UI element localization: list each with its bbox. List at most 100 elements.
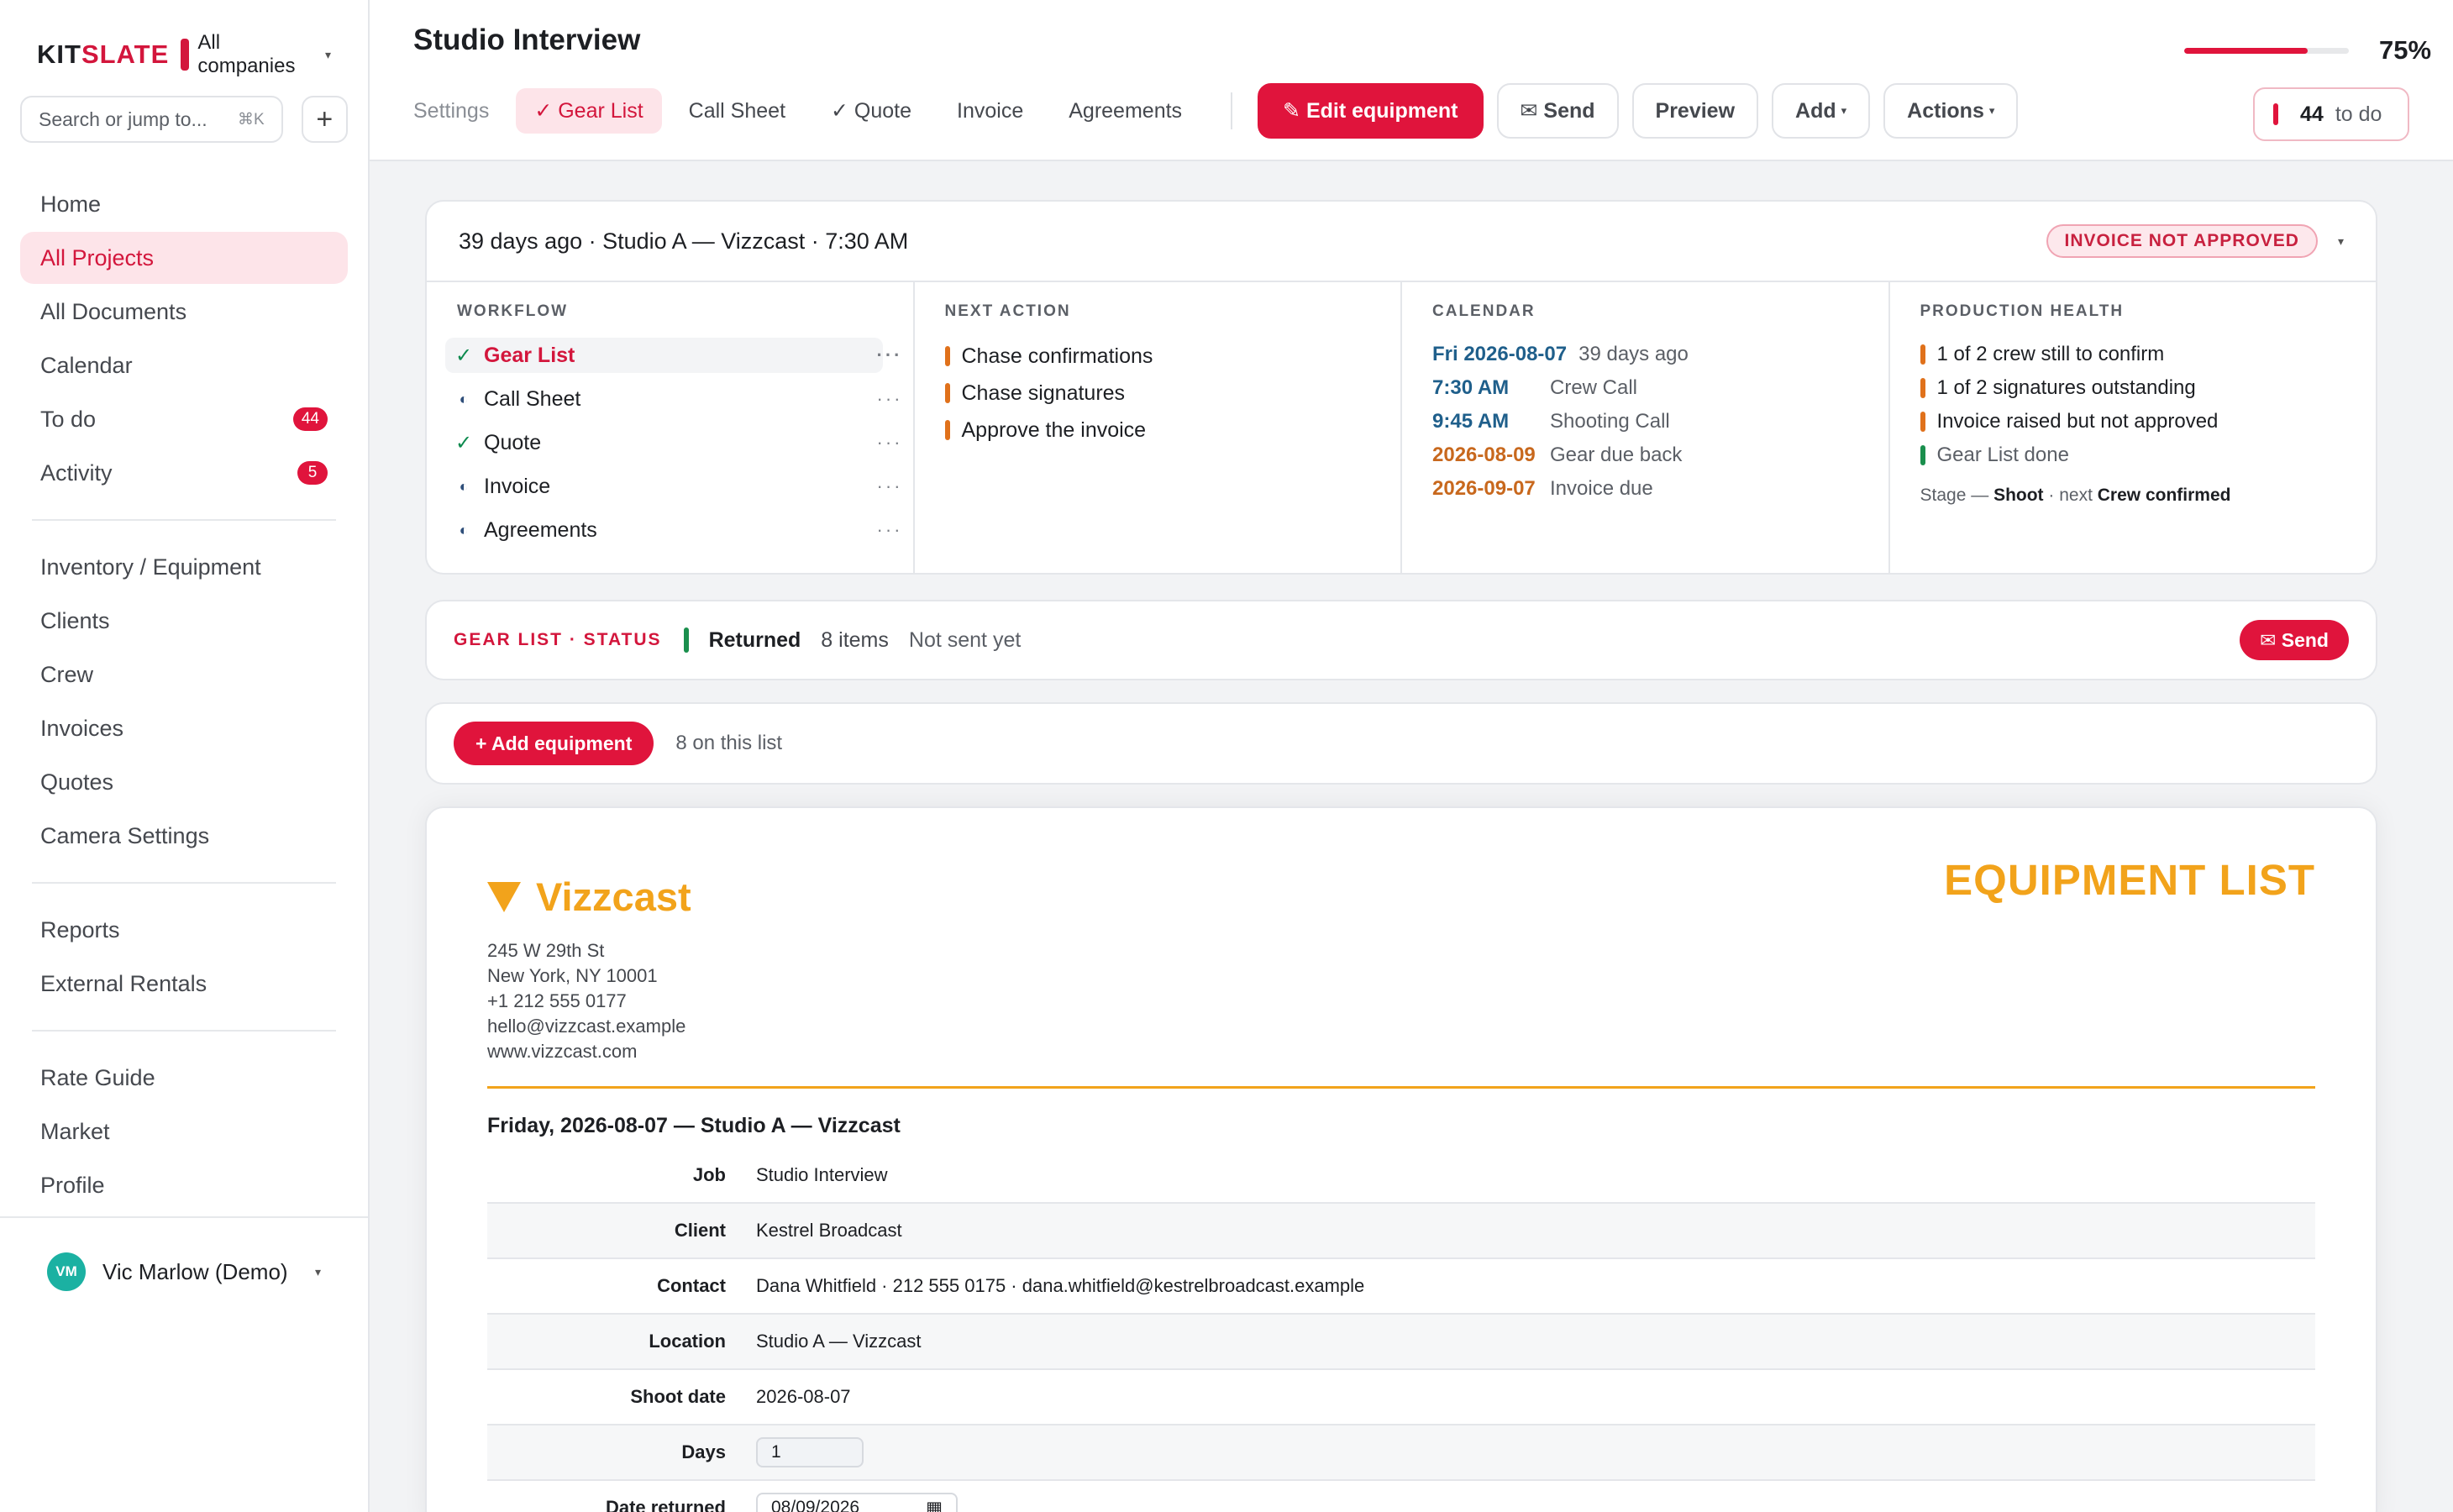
check-icon: ✓	[454, 344, 473, 367]
address-line: www.vizzcast.com	[487, 1041, 638, 1062]
sidebar-item-label: Market	[40, 1118, 110, 1144]
calendar-event: Shooting Call	[1550, 410, 1670, 433]
workflow-item-label: Gear List	[484, 343, 575, 367]
count-badge: 5	[297, 461, 328, 485]
progress-label: 75%	[2379, 35, 2432, 65]
sidebar-item-market[interactable]: Market	[20, 1105, 348, 1158]
health-item-label: Invoice raised but not approved	[1936, 410, 2219, 433]
chevron-down-icon[interactable]: ▾	[2338, 234, 2344, 249]
more-options-icon[interactable]: ···	[877, 388, 903, 410]
sidebar-item-label: Reports	[40, 916, 120, 942]
sidebar-item-all-projects[interactable]: All Projects	[20, 232, 348, 284]
tab-call-sheet[interactable]: Call Sheet	[670, 88, 804, 134]
tab-settings[interactable]: Settings	[413, 88, 507, 134]
date-returned-input[interactable]: 08/09/2026 ▦	[756, 1493, 958, 1512]
tab-quote[interactable]: ✓ Quote	[812, 88, 930, 134]
status-tick	[944, 383, 950, 403]
search-input[interactable]: Search or jump to... ⌘K	[20, 96, 283, 143]
workflow-item-quote[interactable]: ✓ Quote ···	[445, 425, 901, 460]
more-options-icon[interactable]: ···	[877, 344, 903, 366]
tab-gear-list[interactable]: ✓ Gear List	[516, 88, 662, 134]
more-options-icon[interactable]: ···	[877, 432, 903, 454]
nav-divider	[32, 519, 336, 521]
sidebar-item-reports[interactable]: Reports	[20, 904, 348, 956]
workflow-item-gear-list[interactable]: ✓ Gear List ···	[445, 338, 901, 373]
sidebar-item-inventory-equipment[interactable]: Inventory / Equipment	[20, 541, 348, 593]
page-title: Studio Interview	[413, 24, 641, 56]
next-action-label: Chase confirmations	[961, 344, 1153, 368]
sidebar-item-invoices[interactable]: Invoices	[20, 702, 348, 754]
sidebar-item-home[interactable]: Home	[20, 178, 348, 230]
doc-tabs: Settings ✓ Gear List Call Sheet ✓ Quote Invo…	[413, 83, 2031, 139]
calendar-date: 2026-09-07	[1432, 477, 1536, 500]
todo-label: to do	[2335, 102, 2382, 126]
health-item-label: 1 of 2 signatures outstanding	[1936, 376, 2196, 399]
sidebar-item-calendar[interactable]: Calendar	[20, 339, 348, 391]
workflow-heading: WORKFLOW	[457, 302, 569, 320]
sidebar-item-camera-settings[interactable]: Camera Settings	[20, 810, 348, 862]
edit-equipment-button[interactable]: ✎ Edit equipment	[1258, 83, 1484, 139]
field-value: 2026-08-07	[756, 1386, 851, 1407]
overview-header[interactable]: 39 days ago · Studio A — Vizzcast · 7:30…	[427, 202, 2376, 282]
calendar-row: 7:30 AM Crew Call	[1432, 371, 1858, 405]
overview-summary: 39 days ago · Studio A — Vizzcast · 7:30…	[459, 228, 909, 254]
days-input[interactable]: 1	[756, 1437, 864, 1467]
address-line: hello@vizzcast.example	[487, 1016, 686, 1037]
project-progress: 75%	[2184, 35, 2431, 66]
field-label: Job	[692, 1164, 726, 1185]
next-action-item[interactable]: Chase confirmations	[944, 338, 1371, 375]
calendar-event: Crew Call	[1550, 376, 1638, 399]
preview-button[interactable]: Preview	[1631, 83, 1759, 139]
company-switcher[interactable]: All companies	[197, 31, 313, 78]
sidebar-item-label: To do	[40, 406, 97, 432]
sidebar-item-profile[interactable]: Profile	[20, 1159, 348, 1211]
calendar-row: Fri 2026-08-07 39 days ago	[1432, 338, 1858, 371]
search-shortcut: ⌘K	[237, 110, 265, 129]
brand-row[interactable]: KITSLATE All companies ▾	[0, 0, 368, 77]
todo-count: 44	[2300, 102, 2324, 126]
calendar-date: Fri 2026-08-07	[1432, 343, 1568, 365]
workflow-item-agreements[interactable]: ◐ Agreements ···	[445, 512, 901, 548]
workflow-column: WORKFLOW ✓ Gear List ··· ◐ Call Sheet ··· ✓ Quo…	[427, 282, 915, 575]
tab-invoice[interactable]: Invoice	[938, 88, 1042, 134]
date-value: 08/09/2026	[771, 1498, 860, 1512]
sidebar-item-rate-guide[interactable]: Rate Guide	[20, 1052, 348, 1104]
workflow-item-call-sheet[interactable]: ◐ Call Sheet ···	[445, 381, 901, 417]
actions-dropdown-button[interactable]: Actions ▾	[1883, 83, 2019, 139]
more-options-icon[interactable]: ···	[877, 519, 903, 541]
next-action-item[interactable]: Chase signatures	[944, 375, 1371, 412]
address-line: New York, NY 10001	[487, 965, 658, 986]
workflow-item-invoice[interactable]: ◐ Invoice ···	[445, 469, 901, 504]
add-dropdown-button[interactable]: Add ▾	[1772, 83, 1871, 139]
sidebar-item-quotes[interactable]: Quotes	[20, 756, 348, 808]
sidebar-item-label: Home	[40, 191, 102, 217]
sidebar-item-activity[interactable]: Activity 5	[20, 447, 348, 499]
workflow-item-label: Invoice	[484, 474, 551, 498]
todo-button[interactable]: 44 to do	[2253, 87, 2409, 141]
sidebar-item-to-do[interactable]: To do 44	[20, 393, 348, 445]
tab-agreements[interactable]: Agreements	[1050, 88, 1200, 134]
new-item-button[interactable]: +	[301, 96, 348, 143]
next-action-item[interactable]: Approve the invoice	[944, 412, 1371, 449]
sidebar-item-external-rentals[interactable]: External Rentals	[20, 958, 348, 1010]
more-options-icon[interactable]: ···	[877, 475, 903, 497]
field-label: Date returned	[605, 1497, 726, 1512]
user-menu[interactable]: VM Vic Marlow (Demo) ▾	[0, 1216, 368, 1326]
sent-status: Not sent yet	[908, 627, 1022, 652]
send-button[interactable]: ✉ Send	[1496, 83, 1619, 139]
content: 39 days ago · Studio A — Vizzcast · 7:30…	[425, 200, 2377, 1512]
calendar-column: CALENDAR Fri 2026-08-07 39 days ago 7:30 A…	[1402, 282, 1890, 575]
sidebar-item-crew[interactable]: Crew	[20, 648, 348, 701]
plus-icon: +	[316, 102, 334, 135]
sidebar-item-clients[interactable]: Clients	[20, 595, 348, 647]
send-gear-list-button[interactable]: ✉ Send	[2240, 620, 2349, 660]
status-tick	[1920, 344, 1925, 365]
next-action-heading: NEXT ACTION	[944, 302, 1071, 320]
sidebar-item-all-documents[interactable]: All Documents	[20, 286, 348, 338]
add-equipment-button[interactable]: + Add equipment	[454, 722, 654, 765]
chevron-down-icon: ▾	[324, 47, 331, 61]
field-value: 1	[756, 1437, 864, 1467]
health-item: Gear List done	[1920, 438, 2346, 472]
sidebar-item-label: Camera Settings	[40, 822, 210, 848]
calendar-icon: ▦	[926, 1498, 943, 1512]
